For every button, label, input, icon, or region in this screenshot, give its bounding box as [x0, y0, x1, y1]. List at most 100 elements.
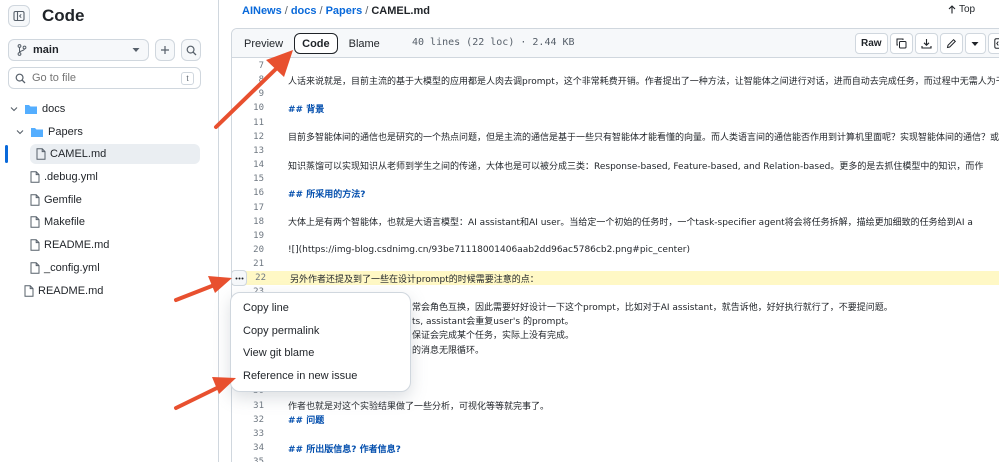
tree-item-docs[interactable]: docs — [10, 99, 65, 119]
line-number[interactable]: 7 — [232, 61, 264, 71]
code-line[interactable]: 9 — [232, 87, 999, 101]
search-icon — [15, 73, 26, 83]
code-line[interactable]: 21 — [232, 257, 999, 271]
breadcrumb-papers-link[interactable]: Papers — [326, 5, 363, 17]
line-number[interactable]: 12 — [232, 132, 264, 142]
code-line[interactable]: 32 ## 问题 — [232, 413, 999, 427]
line-content: 常会角色互换，因此需要好好设计一下这个prompt，比如对于AI assista… — [412, 303, 893, 314]
selected-indicator — [5, 145, 8, 163]
code-line[interactable]: 31 作者也就是对这个实验结果做了一些分析，可视化等等就完事了。 — [232, 399, 999, 413]
folder-icon — [31, 128, 43, 137]
line-number[interactable]: 35 — [232, 457, 264, 462]
code-view: 7 8 人话来说就是，目前主流的基于大模型的应用都是人肉去调prompt，这个非常耗… — [232, 59, 999, 462]
tree-item-papers[interactable]: Papers — [16, 122, 83, 142]
raw-button[interactable]: Raw — [855, 33, 888, 54]
add-file-button[interactable] — [155, 39, 175, 61]
code-line[interactable]: 11 — [232, 116, 999, 130]
line-number[interactable]: 11 — [232, 118, 264, 128]
breadcrumb-repo-link[interactable]: AINews — [242, 5, 282, 17]
back-to-top-link[interactable]: Top — [948, 4, 975, 15]
tab-blame[interactable]: Blame — [342, 33, 387, 54]
line-number[interactable]: 34 — [232, 443, 264, 453]
download-button[interactable] — [914, 33, 938, 54]
tab-code[interactable]: Code — [294, 33, 338, 54]
code-line[interactable]: 8 人话来说就是，目前主流的基于大模型的应用都是人肉去调prompt，这个非常耗费… — [232, 73, 999, 87]
menu-item-view-git-blame[interactable]: View git blame — [231, 342, 410, 365]
line-number[interactable]: 18 — [232, 217, 264, 227]
code-line[interactable]: 10 ## 背景 — [232, 101, 999, 115]
code-line[interactable]: 33 — [232, 427, 999, 441]
code-line[interactable]: 14 知识蒸馏可以实现知识从老师到学生之间的传递，大体也是可以被分成三类：Resp… — [232, 158, 999, 172]
line-number[interactable]: 15 — [232, 174, 264, 184]
caret-down-icon — [132, 48, 140, 52]
line-number[interactable]: 16 — [232, 188, 264, 198]
code-line[interactable]: 13 — [232, 144, 999, 158]
line-options-button[interactable] — [231, 270, 247, 286]
copy-icon — [896, 38, 907, 49]
tree-item-readme-root[interactable]: README.md — [24, 281, 103, 301]
code-line[interactable]: 12 目前多智能体间的通信也是研究的一个热点问题，但是主流的通信是基于一些只有智能… — [232, 130, 999, 144]
edit-button[interactable] — [939, 33, 963, 54]
breadcrumb-separator: / — [319, 5, 323, 17]
line-number[interactable]: 17 — [232, 203, 264, 213]
file-stats: 40 lines (22 loc) · 2.44 KB — [412, 37, 575, 48]
go-to-file-field[interactable]: t — [8, 67, 201, 89]
line-number[interactable]: 33 — [232, 429, 264, 439]
edit-dropdown-button[interactable] — [964, 33, 986, 54]
tab-preview[interactable]: Preview — [237, 33, 290, 54]
menu-item-copy-line[interactable]: Copy line — [231, 297, 410, 320]
go-to-file-input[interactable] — [32, 72, 181, 84]
code-line[interactable]: 15 — [232, 172, 999, 186]
tree-item-camel-md[interactable]: CAMEL.md — [30, 144, 200, 164]
branch-selector[interactable]: main — [8, 39, 149, 61]
line-content: 目前多智能体间的通信也是研究的一个热点问题，但是主流的通信是基于一些只有智能体才… — [288, 133, 999, 144]
breadcrumb-separator: / — [284, 5, 288, 17]
line-number[interactable]: 21 — [232, 259, 264, 269]
code-line[interactable]: 34 ## 所出版信息? 作者信息? — [232, 441, 999, 455]
breadcrumb: AINews / docs / Papers / CAMEL.md — [242, 4, 430, 18]
line-content: 人话来说就是，目前主流的基于大模型的应用都是人肉去调prompt，这个非常耗费开… — [288, 76, 999, 87]
tree-item-label: Gemfile — [44, 194, 82, 206]
code-line[interactable]: 19 — [232, 229, 999, 243]
line-number[interactable]: 9 — [232, 89, 264, 99]
tree-item-config-yml[interactable]: _config.yml — [30, 258, 100, 278]
line-number[interactable]: 19 — [232, 231, 264, 241]
code-line[interactable]: 17 — [232, 201, 999, 215]
top-link-label: Top — [959, 4, 976, 15]
symbols-panel-button[interactable] — [987, 33, 999, 54]
search-button[interactable] — [181, 39, 201, 61]
code-line[interactable]: 7 — [232, 59, 999, 73]
line-number[interactable]: 8 — [232, 75, 264, 85]
menu-item-copy-permalink[interactable]: Copy permalink — [231, 320, 410, 343]
line-number[interactable]: 14 — [232, 160, 264, 170]
code-line[interactable]: 20 ![](https://img-blog.csdnimg.cn/93be71… — [232, 243, 999, 257]
file-toolbar: Raw — [855, 33, 999, 54]
breadcrumb-docs-link[interactable]: docs — [291, 5, 317, 17]
line-number[interactable]: 31 — [232, 401, 264, 411]
code-line[interactable]: 22 另外作者还提及到了一些在设计prompt的时候需要注意的点： — [232, 271, 999, 286]
tree-item-label: _config.yml — [44, 262, 100, 274]
tree-item-label: Makefile — [44, 216, 85, 228]
line-number[interactable]: 13 — [232, 146, 264, 156]
collapse-sidebar-button[interactable] — [8, 5, 30, 27]
tree-item-debug-yml[interactable]: .debug.yml — [30, 167, 98, 187]
line-content: 的消息无限循环。 — [412, 345, 485, 356]
line-number[interactable]: 20 — [232, 245, 264, 255]
code-line[interactable]: 18 大体上是有两个智能体，也就是大语言模型：AI assistant和AI us… — [232, 215, 999, 229]
tree-item-label: README.md — [44, 239, 110, 251]
tree-item-makefile[interactable]: Makefile — [30, 212, 85, 232]
tree-item-readme-docs[interactable]: README.md — [30, 235, 109, 255]
code-line[interactable]: 35 — [232, 455, 999, 462]
download-icon — [921, 39, 932, 49]
kebab-horizontal-icon — [235, 277, 243, 279]
view-tabs: Preview Code Blame — [237, 33, 387, 54]
keyboard-shortcut-hint: t — [181, 71, 194, 85]
file-icon — [30, 216, 40, 228]
menu-item-reference-in-new-issue[interactable]: Reference in new issue — [231, 365, 410, 388]
copy-raw-button[interactable] — [889, 33, 913, 54]
code-line[interactable]: 16 ## 所采用的方法? — [232, 186, 999, 200]
tree-item-label: README.md — [38, 285, 104, 297]
line-number[interactable]: 32 — [232, 415, 264, 425]
tree-item-gemfile[interactable]: Gemfile — [30, 190, 82, 210]
line-number[interactable]: 10 — [232, 103, 264, 113]
